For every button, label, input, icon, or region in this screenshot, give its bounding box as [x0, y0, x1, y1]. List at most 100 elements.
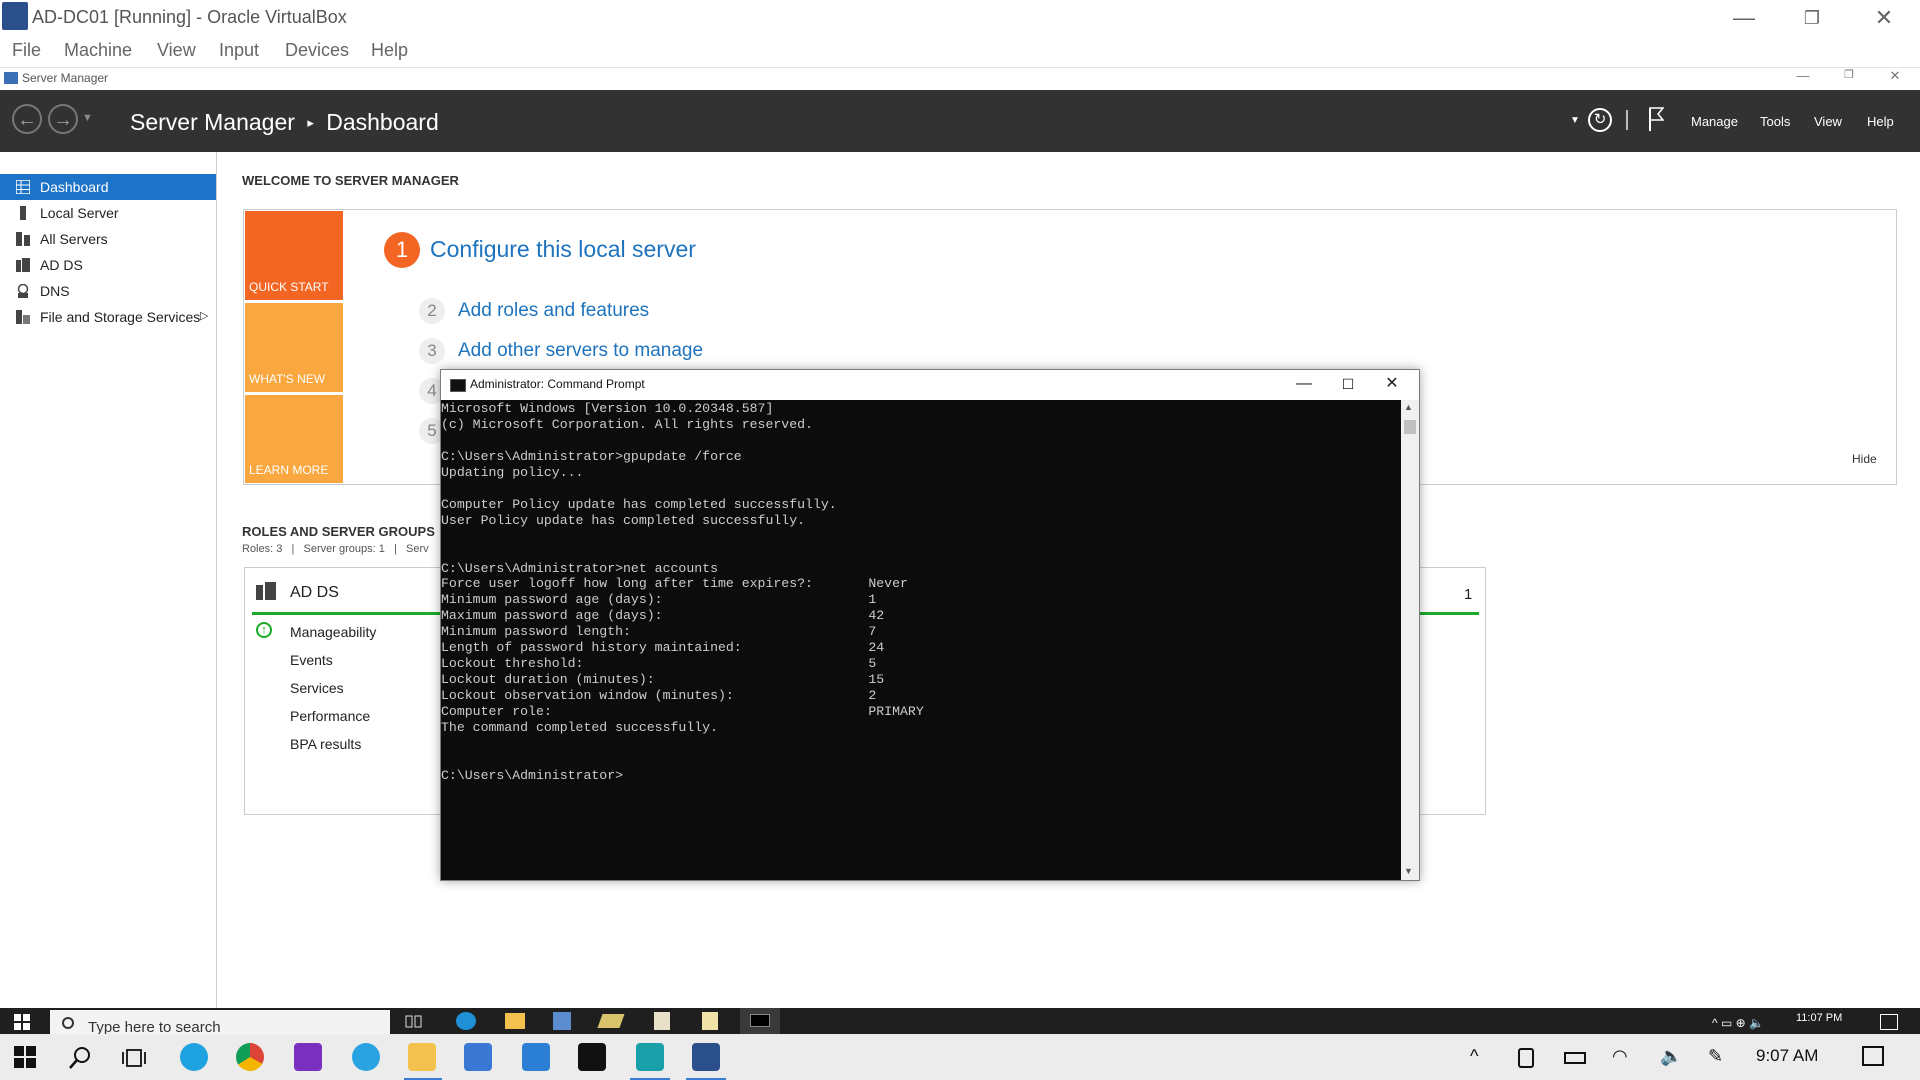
breadcrumb: Server Manager ▸ Dashboard	[130, 109, 439, 136]
terminal-icon[interactable]	[578, 1043, 606, 1071]
server-manager-icon	[4, 72, 18, 84]
roles-summary: Roles: 3 | Server groups: 1 | Serv	[242, 543, 429, 555]
adds-icon	[256, 582, 276, 605]
add-roles-features-link[interactable]: Add roles and features	[458, 300, 649, 322]
tile-label: WHAT'S NEW	[249, 372, 326, 386]
tab-learn-more[interactable]: LEARN MORE	[245, 395, 343, 483]
refresh-icon[interactable]: ↻	[1588, 108, 1612, 132]
menu-devices[interactable]: Devices	[285, 40, 349, 61]
notification-center-icon[interactable]	[1862, 1046, 1884, 1066]
view-menu[interactable]: View	[1814, 114, 1842, 129]
sidebar-item-dashboard[interactable]: Dashboard	[0, 174, 216, 200]
chrome-icon[interactable]	[236, 1043, 264, 1071]
menu-file[interactable]: File	[12, 40, 41, 61]
server-icon	[16, 206, 30, 220]
card-item-services[interactable]: Services	[290, 680, 344, 696]
notifications-flag-icon[interactable]	[1648, 106, 1665, 132]
storage-icon	[16, 310, 30, 324]
sm-minimize-button[interactable]: —	[1788, 68, 1818, 83]
back-arrow-icon[interactable]: ←	[12, 104, 42, 134]
expand-chevron-icon[interactable]: ▷	[200, 309, 208, 322]
menu-help[interactable]: Help	[371, 40, 408, 61]
pen-icon[interactable]: ✎	[1708, 1046, 1723, 1067]
menu-input[interactable]: Input	[219, 40, 259, 61]
role-card-title[interactable]: AD DS	[290, 584, 339, 602]
breadcrumb-app[interactable]: Server Manager	[130, 109, 295, 135]
edge-icon[interactable]	[180, 1043, 208, 1071]
tray-overflow-icon[interactable]: ^	[1470, 1046, 1478, 1067]
tab-quick-start[interactable]: QUICK START	[245, 211, 343, 300]
card-item-manageability[interactable]: Manageability	[290, 624, 376, 640]
guest-notepad-icon[interactable]	[702, 1012, 718, 1030]
telegram-icon[interactable]	[352, 1043, 380, 1071]
scroll-down-icon[interactable]: ▼	[1404, 866, 1413, 876]
search-icon	[62, 1017, 74, 1029]
battery-icon[interactable]	[1564, 1052, 1586, 1064]
add-servers-link[interactable]: Add other servers to manage	[458, 340, 703, 362]
welcome-title: WELCOME TO SERVER MANAGER	[242, 173, 459, 188]
sm-restore-button[interactable]: ❐	[1834, 68, 1864, 81]
card-item-bpa-results[interactable]: BPA results	[290, 736, 361, 752]
tools-menu[interactable]: Tools	[1760, 114, 1790, 129]
tile-label: LEARN MORE	[249, 463, 329, 477]
manage-menu[interactable]: Manage	[1691, 114, 1738, 129]
wifi-icon[interactable]: ◠	[1612, 1046, 1628, 1067]
guest-server-manager-icon[interactable]	[553, 1012, 571, 1030]
configure-local-server-link[interactable]: Configure this local server	[430, 236, 696, 263]
guest-notification-icon[interactable]	[1880, 1014, 1898, 1030]
group-count: 1	[1464, 586, 1473, 603]
guest-cmd-taskbar-button[interactable]	[740, 1008, 780, 1034]
media-app-icon[interactable]	[294, 1043, 322, 1071]
window-title: AD-DC01 [Running] - Oracle VirtualBox	[32, 7, 347, 27]
sidebar-item-local-server[interactable]: Local Server	[0, 200, 216, 226]
restore-button[interactable]: ❐	[1784, 2, 1840, 34]
guest-document-icon[interactable]	[654, 1012, 670, 1030]
menu-view[interactable]: View	[157, 40, 196, 61]
search-icon[interactable]	[68, 1046, 92, 1070]
volume-icon[interactable]: 🔈	[1660, 1046, 1682, 1067]
console-output: Microsoft Windows [Version 10.0.20348.58…	[441, 401, 924, 783]
app-store-icon[interactable]	[464, 1043, 492, 1071]
sidebar-item-label: AD DS	[40, 257, 83, 273]
role-card-server-group[interactable]	[1418, 567, 1486, 815]
tab-whats-new[interactable]: WHAT'S NEW	[245, 303, 343, 392]
vscode-icon[interactable]	[522, 1043, 550, 1071]
sm-close-button[interactable]: ✕	[1880, 68, 1910, 84]
history-dropdown-icon[interactable]: ▼	[82, 112, 93, 124]
cmd-maximize-button[interactable]: ☐	[1326, 372, 1370, 396]
cmd-close-button[interactable]: ✕	[1370, 372, 1414, 396]
file-explorer-icon[interactable]	[408, 1043, 436, 1071]
task-view-icon[interactable]	[122, 1046, 146, 1070]
forward-arrow-icon[interactable]: →	[48, 104, 78, 134]
status-bar	[252, 612, 442, 615]
guest-task-view-icon[interactable]	[404, 1012, 424, 1030]
help-menu[interactable]: Help	[1867, 114, 1894, 129]
virtualbox-taskbar-icon[interactable]	[692, 1043, 720, 1071]
sidebar-item-file-storage[interactable]: File and Storage Services ▷	[0, 304, 216, 330]
refresh-dropdown-icon[interactable]: ▼	[1570, 115, 1580, 126]
guest-tray-icons[interactable]: ^ ▭ ⊕ 🔈	[1712, 1016, 1764, 1030]
minimize-button[interactable]: —	[1716, 2, 1772, 34]
menu-machine[interactable]: Machine	[64, 40, 132, 61]
server-manager-titlebar	[0, 67, 1920, 90]
card-item-performance[interactable]: Performance	[290, 708, 370, 724]
guest-edge-icon[interactable]	[456, 1012, 476, 1030]
sidebar-item-all-servers[interactable]: All Servers	[0, 226, 216, 252]
scrollbar-thumb[interactable]	[1404, 420, 1416, 434]
console-scrollbar[interactable]	[1401, 400, 1419, 880]
close-button[interactable]: ✕	[1856, 2, 1912, 34]
meet-icon[interactable]	[1518, 1048, 1534, 1068]
hide-link[interactable]: Hide	[1852, 452, 1877, 466]
sidebar-item-ad-ds[interactable]: AD DS	[0, 252, 216, 278]
host-clock[interactable]: 9:07 AM	[1756, 1046, 1818, 1066]
cmd-minimize-button[interactable]: —	[1282, 372, 1326, 396]
windows-start-icon[interactable]	[14, 1046, 36, 1068]
card-item-events[interactable]: Events	[290, 652, 333, 668]
scroll-up-icon[interactable]: ▲	[1404, 402, 1413, 412]
guest-explorer-icon[interactable]	[505, 1013, 525, 1029]
sidebar-item-dns[interactable]: DNS	[0, 278, 216, 304]
header-divider	[1626, 110, 1628, 130]
server-manager-title: Server Manager	[22, 71, 109, 85]
vmware-icon[interactable]	[636, 1043, 664, 1071]
guest-start-icon[interactable]	[14, 1014, 30, 1030]
